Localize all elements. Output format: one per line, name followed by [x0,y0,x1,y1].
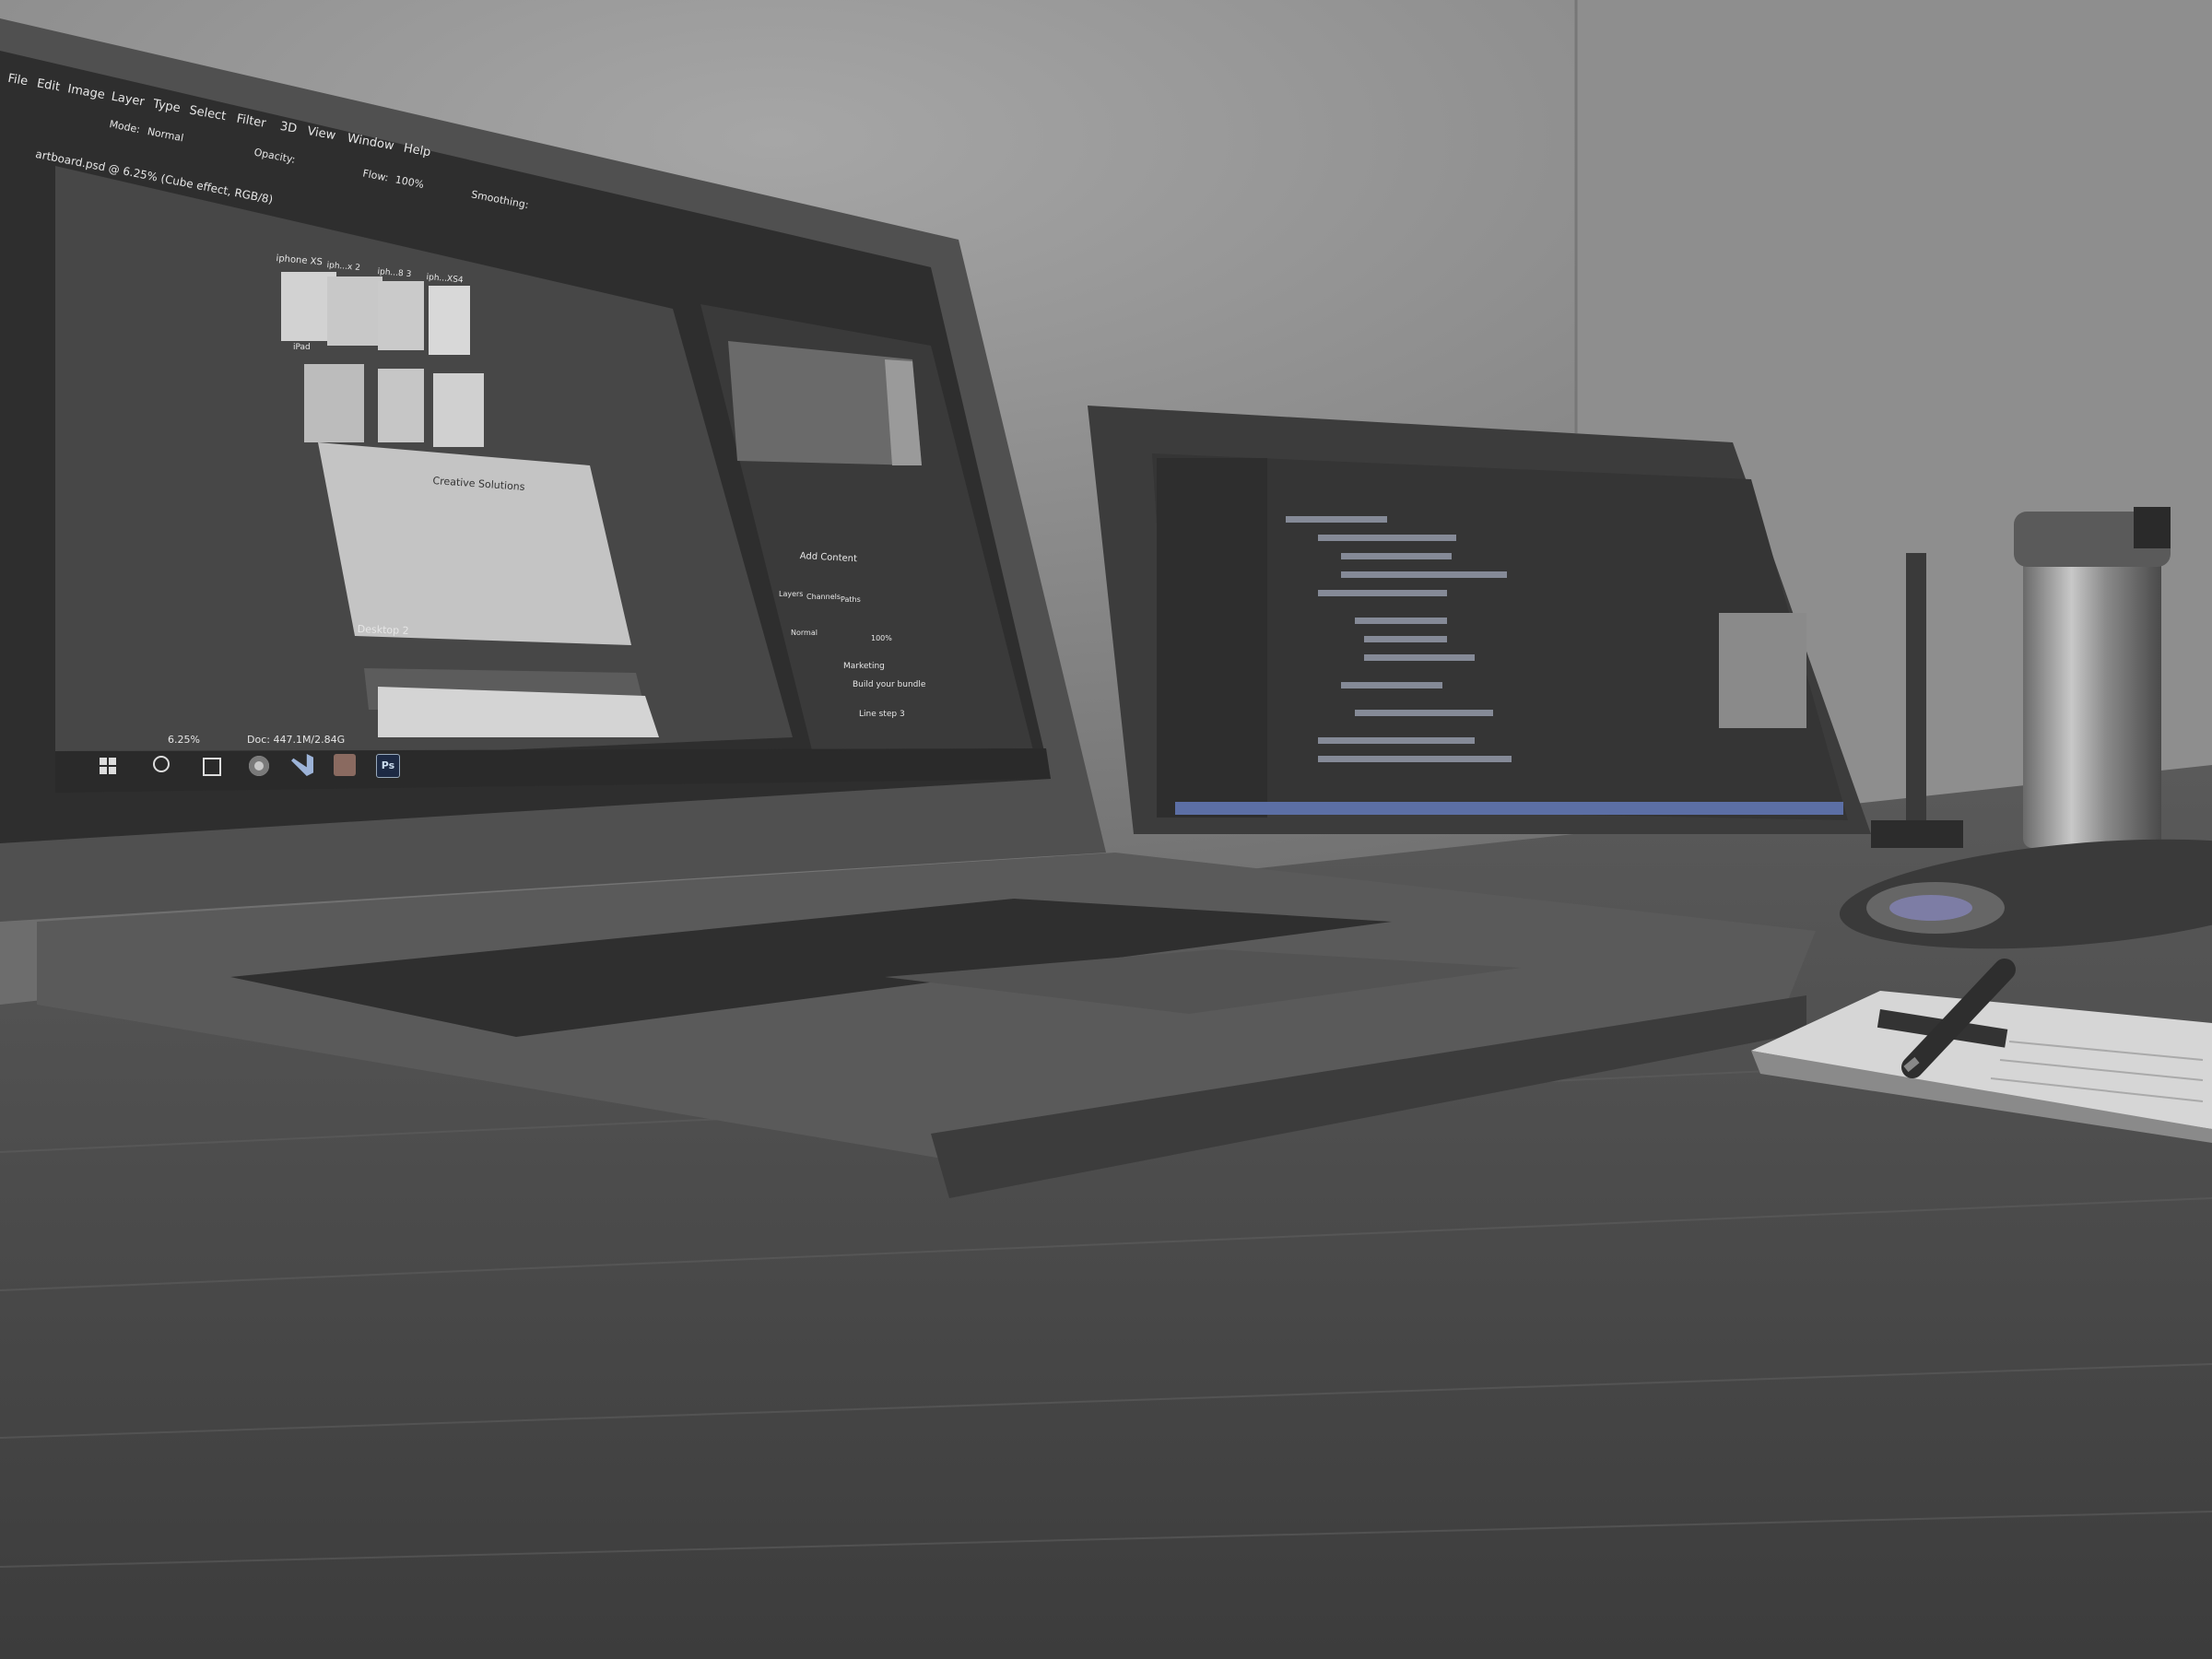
artboard-thumb-4 [429,286,470,355]
chrome-icon[interactable] [249,756,269,776]
status-doc-size: Doc: 447.1M/2.84G [247,734,346,746]
artboard-main [318,442,631,645]
task-view-icon[interactable] [203,758,221,776]
layers-tab[interactable]: Layers [779,590,803,598]
travel-mug [2014,507,2171,848]
layers-blend-mode[interactable]: Normal [791,629,818,637]
artboard-thumb-7 [433,373,484,447]
photo-scene: File Edit Image Layer Type Select Filter… [0,0,2212,1659]
layers-opacity-value[interactable]: 100% [871,634,892,642]
status-zoom: 6.25% [168,734,200,746]
paths-tab[interactable]: Paths [841,595,861,604]
layer-build-bundle[interactable]: Build your bundle [853,680,925,689]
menu-item-3d[interactable]: 3D [279,120,299,136]
artboard-thumb-3 [378,281,424,350]
artboard-label-desktop-2: Desktop 2 [357,623,409,637]
windows-start-icon[interactable] [100,758,116,774]
layer-marketing[interactable]: Marketing [843,662,885,671]
photoshop-icon[interactable]: Ps [376,754,400,778]
artboard-thumb-6 [378,369,424,442]
artboard-thumb-2 [327,276,382,346]
xampp-icon[interactable] [334,754,356,776]
channels-tab[interactable]: Channels [806,593,841,601]
artboard-thumb-5 [304,364,364,442]
artboard-label-ipad: iPad [293,343,311,352]
layer-line-step-3[interactable]: Line step 3 [859,710,905,719]
search-icon[interactable] [153,756,170,772]
scene-illustration [0,0,2212,1659]
editor-status-bar [1175,802,1843,815]
